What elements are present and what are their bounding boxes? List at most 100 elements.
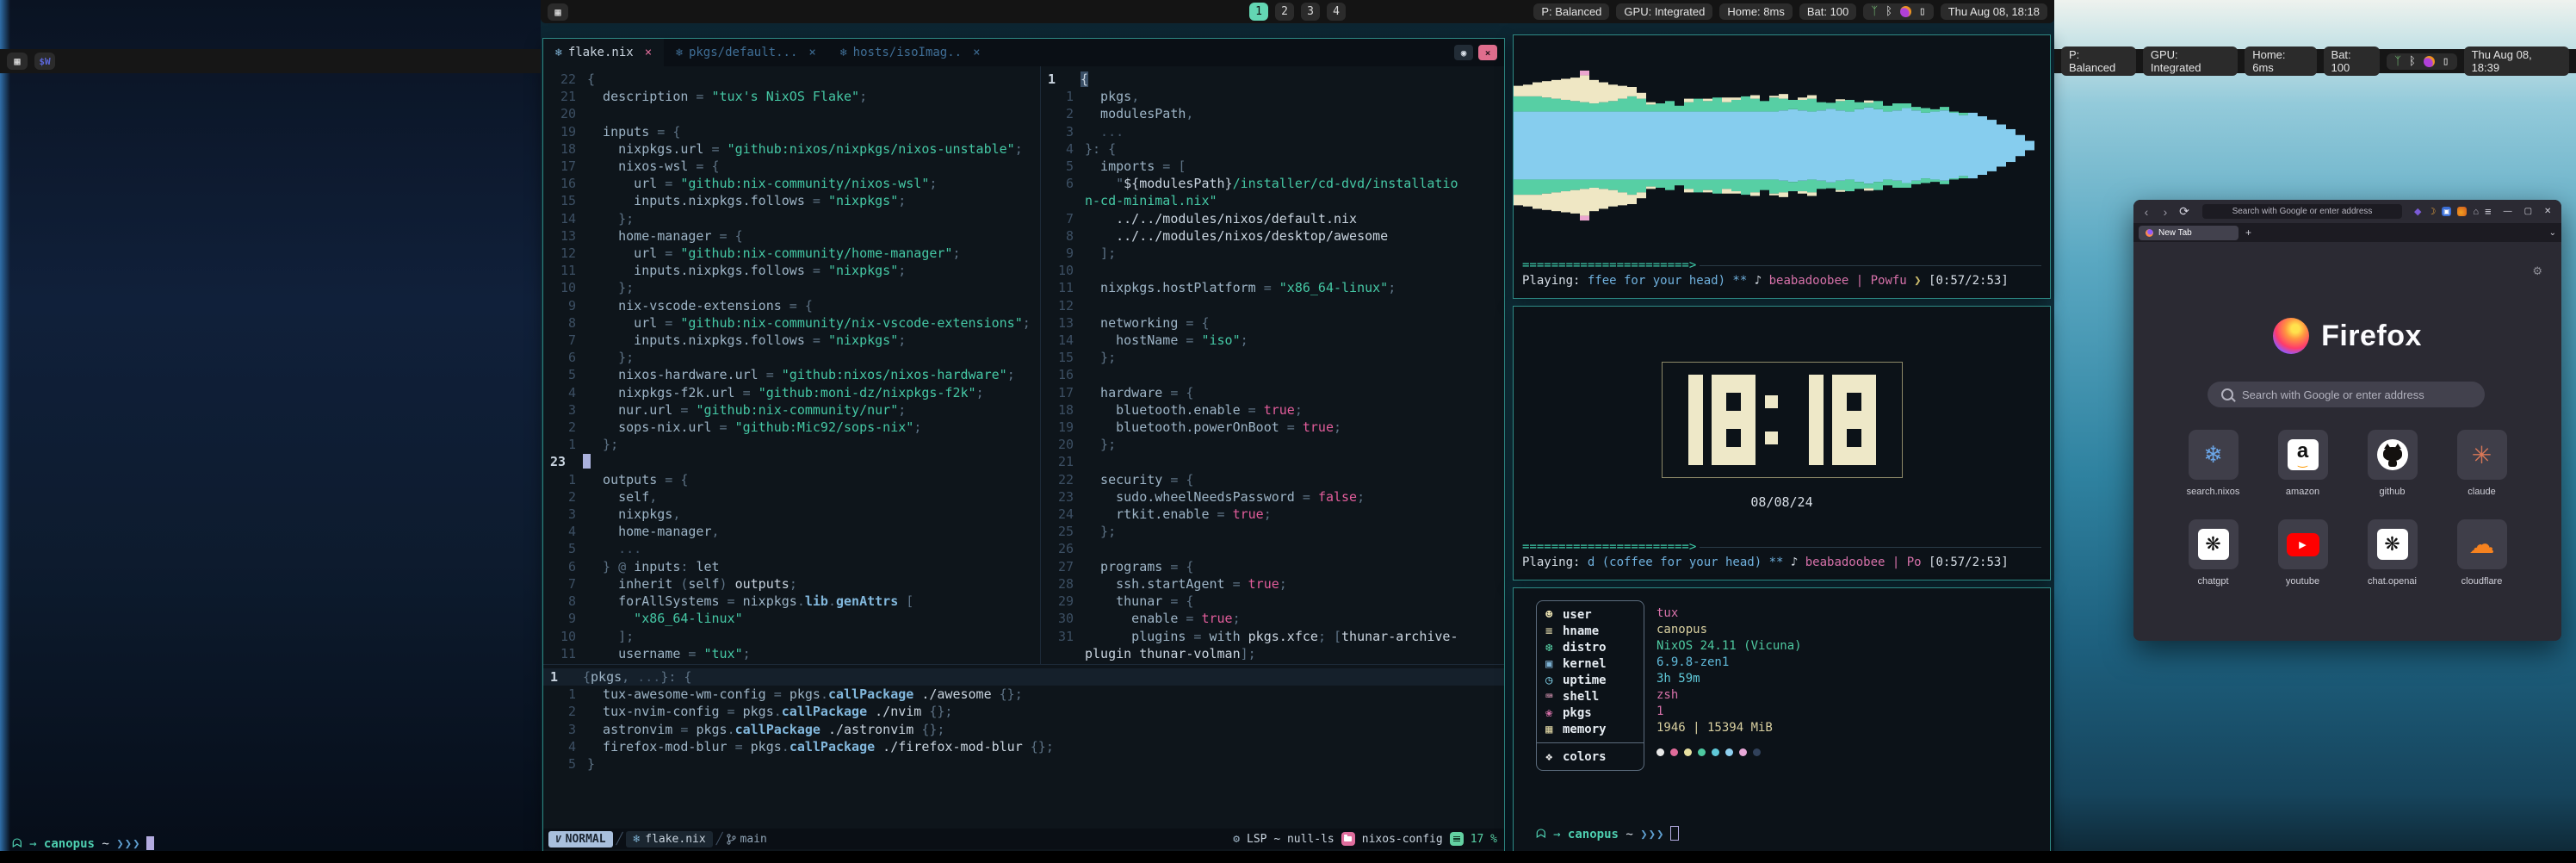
code-line: 10 ]; bbox=[543, 628, 1040, 645]
shell-prompt[interactable]: ᗣ → canopus ~ ❯❯❯ bbox=[12, 836, 154, 851]
workspace-2[interactable]: 2 bbox=[1275, 3, 1294, 21]
network-icon[interactable]: ᛉ bbox=[1871, 5, 1878, 18]
workspace-switcher: 1234 bbox=[1249, 3, 1346, 21]
line-number: 24 bbox=[1041, 506, 1085, 523]
screen-letterbox bbox=[0, 851, 2576, 863]
line-number: 7 bbox=[543, 575, 587, 593]
line-number: 4 bbox=[1041, 140, 1085, 158]
personalize-gear-icon[interactable]: ⚙ bbox=[2532, 264, 2542, 278]
code-line: 9 "x86_64-linux" bbox=[543, 610, 1040, 627]
code-line: 6 } @ inputs: let bbox=[543, 558, 1040, 575]
code-line: 22 security = { bbox=[1041, 471, 1504, 488]
hamburger-menu-icon[interactable]: ≡ bbox=[2485, 205, 2492, 218]
lsp-gear-icon: ⚙ bbox=[1233, 833, 1240, 846]
back-button[interactable]: ‹ bbox=[2140, 205, 2152, 219]
bluetooth-icon[interactable]: ᛒ bbox=[2409, 55, 2416, 68]
code-line: 2 tux-nvim-config = pkgs.callPackage ./n… bbox=[543, 703, 1504, 720]
code-line: 4 nixpkgs-f2k.url = "github:moni-dz/nixp… bbox=[543, 384, 1040, 401]
minimize-button[interactable]: — bbox=[2504, 207, 2512, 216]
extension-icon-4[interactable] bbox=[2457, 207, 2467, 216]
maximize-button[interactable]: ▢ bbox=[2524, 207, 2532, 216]
extension-icon-2[interactable]: ☽ bbox=[2427, 206, 2436, 217]
url-bar[interactable]: Search with Google or enter address bbox=[2202, 204, 2402, 219]
extension-icon-3[interactable]: ▣ bbox=[2442, 207, 2451, 216]
tag-widget[interactable]: $W bbox=[34, 53, 55, 70]
shell-icon: ⌨ bbox=[1545, 690, 1563, 704]
forward-button[interactable]: › bbox=[2159, 205, 2171, 219]
statusline-filename: flake.nix bbox=[645, 833, 705, 846]
bluetooth-icon[interactable]: ᛒ bbox=[1886, 5, 1892, 18]
nix-file-icon: ❄ bbox=[840, 47, 847, 59]
code-line: 6 "${modulesPath}/installer/cd-dvd/insta… bbox=[1041, 175, 1504, 192]
shortcut-label: chatgpt bbox=[2197, 576, 2228, 587]
line-number: 10 bbox=[543, 628, 587, 645]
reload-button[interactable]: ⟳ bbox=[2178, 204, 2190, 219]
list-tabs-chevron[interactable]: ⌄ bbox=[2549, 228, 2556, 238]
close-button[interactable]: ✕ bbox=[2544, 207, 2551, 216]
workspace-4[interactable]: 4 bbox=[1327, 3, 1346, 21]
line-number: 4 bbox=[543, 523, 587, 540]
editor-tab-flake-nix[interactable]: ❄flake.nix× bbox=[543, 39, 664, 66]
shortcut-amazon[interactable]: a‿amazon bbox=[2271, 430, 2335, 497]
cursor bbox=[583, 454, 591, 469]
workspace-3[interactable]: 3 bbox=[1301, 3, 1320, 21]
media-tray-icon[interactable] bbox=[2424, 56, 2435, 67]
line-number: 11 bbox=[543, 262, 587, 279]
editor-pin-button[interactable]: ◉ bbox=[1454, 45, 1473, 60]
code-line: 2 sops-nix.url = "github:Mic92/sops-nix"… bbox=[543, 419, 1040, 436]
tab-close-icon[interactable]: × bbox=[645, 46, 652, 59]
menu-icon[interactable]: ▦ bbox=[7, 53, 28, 70]
shortcut-github[interactable]: github bbox=[2361, 430, 2424, 497]
line-number: 17 bbox=[1041, 384, 1085, 401]
ping-widget: Home: 8ms bbox=[1719, 3, 1792, 20]
line-number: 16 bbox=[1041, 366, 1085, 383]
code-line: 1 outputs = { bbox=[543, 471, 1040, 488]
chatgpt-icon: ❋ bbox=[2198, 529, 2229, 560]
phone-icon[interactable]: ▯ bbox=[1919, 5, 1926, 18]
code-line: 1 }; bbox=[543, 436, 1040, 453]
buffer-flake-nix[interactable]: 22{21 description = "tux's NixOS Flake";… bbox=[543, 66, 1040, 664]
shortcut-cloudflare[interactable]: ☁cloudflare bbox=[2450, 519, 2514, 587]
line-number: 10 bbox=[1041, 262, 1085, 279]
shortcut-search.nixos[interactable]: ❄search.nixos bbox=[2182, 430, 2245, 497]
buffer-hosts-isoimage[interactable]: 1{1 pkgs,2 modulesPath,3 ...4}: {5 impor… bbox=[1041, 66, 1504, 664]
search-input[interactable]: Search with Google or enter address bbox=[2208, 382, 2485, 407]
shortcut-youtube[interactable]: ▶youtube bbox=[2271, 519, 2335, 587]
editor-tab-pkgs-default-[interactable]: ❄pkgs/default...× bbox=[664, 39, 828, 66]
workspace-1[interactable]: 1 bbox=[1249, 3, 1268, 21]
fetch-label: hname bbox=[1563, 624, 1599, 638]
menu-icon[interactable]: ▦ bbox=[548, 3, 568, 21]
line-number: 31 bbox=[1041, 628, 1085, 645]
code-line: 11 username = "tux"; bbox=[543, 645, 1040, 662]
shortcut-chat.openai[interactable]: ❋chat.openai bbox=[2361, 519, 2424, 587]
code-line: 31 plugins = with pkgs.xfce; [thunar-arc… bbox=[1041, 628, 1504, 645]
clock-frame bbox=[1662, 362, 1903, 478]
editor-tab-hosts-isoImag-[interactable]: ❄hosts/isoImag..× bbox=[828, 39, 993, 66]
line-number: 11 bbox=[543, 645, 587, 662]
code-line: 28 ssh.startAgent = true; bbox=[1041, 575, 1504, 593]
code-line: 2 modulesPath, bbox=[1041, 105, 1504, 122]
phone-icon[interactable]: ▯ bbox=[2443, 55, 2449, 68]
editor-close-button[interactable]: × bbox=[1478, 45, 1497, 60]
extension-icon-1[interactable]: ◆ bbox=[2414, 206, 2421, 217]
shortcut-chatgpt[interactable]: ❋ chatgpt bbox=[2182, 519, 2245, 587]
extensions-puzzle-icon[interactable]: ⌂ bbox=[2473, 207, 2479, 217]
shortcut-claude[interactable]: ✳claude bbox=[2450, 430, 2514, 497]
gpu-widget: GPU: Integrated bbox=[1616, 3, 1712, 20]
network-icon[interactable]: ᛉ bbox=[2394, 55, 2401, 68]
line-number: 21 bbox=[543, 88, 587, 105]
vim-mode-icon: V bbox=[555, 834, 561, 845]
shell-prompt[interactable]: ᗣ → canopus ~ ❯❯❯ bbox=[1536, 826, 1679, 841]
line-number: 5 bbox=[543, 366, 587, 383]
tab-new-tab[interactable]: New Tab bbox=[2139, 226, 2239, 240]
line-number: 1 bbox=[1041, 88, 1085, 105]
code-line: n-cd-minimal.nix" bbox=[1041, 192, 1504, 209]
new-tab-button[interactable]: + bbox=[2245, 227, 2251, 239]
buffer-pkgs-default[interactable]: 1{pkgs, ...}: {1 tux-awesome-wm-config =… bbox=[543, 665, 1504, 829]
fetch-label: pkgs bbox=[1563, 706, 1592, 720]
now-playing-text: Playing: d (coffee for your head) ** ♪ b… bbox=[1522, 556, 2041, 573]
tab-close-icon[interactable]: × bbox=[808, 46, 815, 59]
tab-close-icon[interactable]: × bbox=[973, 46, 980, 59]
top-bar-right: P: Balanced GPU: Integrated Home: 6ms Ba… bbox=[2054, 49, 2576, 73]
media-tray-icon[interactable] bbox=[1900, 6, 1911, 17]
